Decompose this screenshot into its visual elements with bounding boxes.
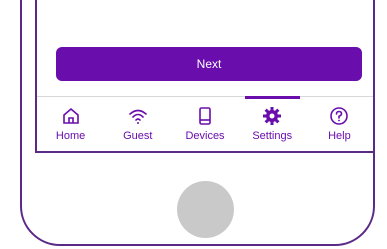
tab-home-label: Home: [55, 130, 86, 142]
gear-icon: [261, 105, 283, 127]
tab-guest-label: Guest: [123, 130, 153, 142]
tab-settings-label: Settings: [252, 130, 293, 142]
tab-guest[interactable]: Guest: [104, 97, 171, 151]
tab-settings[interactable]: Settings: [239, 96, 306, 151]
device-icon: [194, 105, 216, 127]
tab-devices[interactable]: Devices: [171, 97, 238, 151]
tab-home[interactable]: Home: [37, 97, 104, 151]
bottom-tab-bar: Home Guest Devices Settings Help: [37, 96, 373, 151]
next-button[interactable]: Next: [56, 47, 362, 81]
phone-home-button[interactable]: [177, 181, 234, 238]
tab-devices-label: Devices: [185, 130, 225, 142]
wifi-icon: [127, 105, 149, 127]
app-screen: Next Home Guest Devices Settings Help: [35, 0, 375, 153]
tab-help-label: Help: [328, 130, 351, 142]
home-icon: [60, 105, 82, 127]
tab-help[interactable]: Help: [306, 97, 373, 151]
help-icon: [328, 105, 350, 127]
